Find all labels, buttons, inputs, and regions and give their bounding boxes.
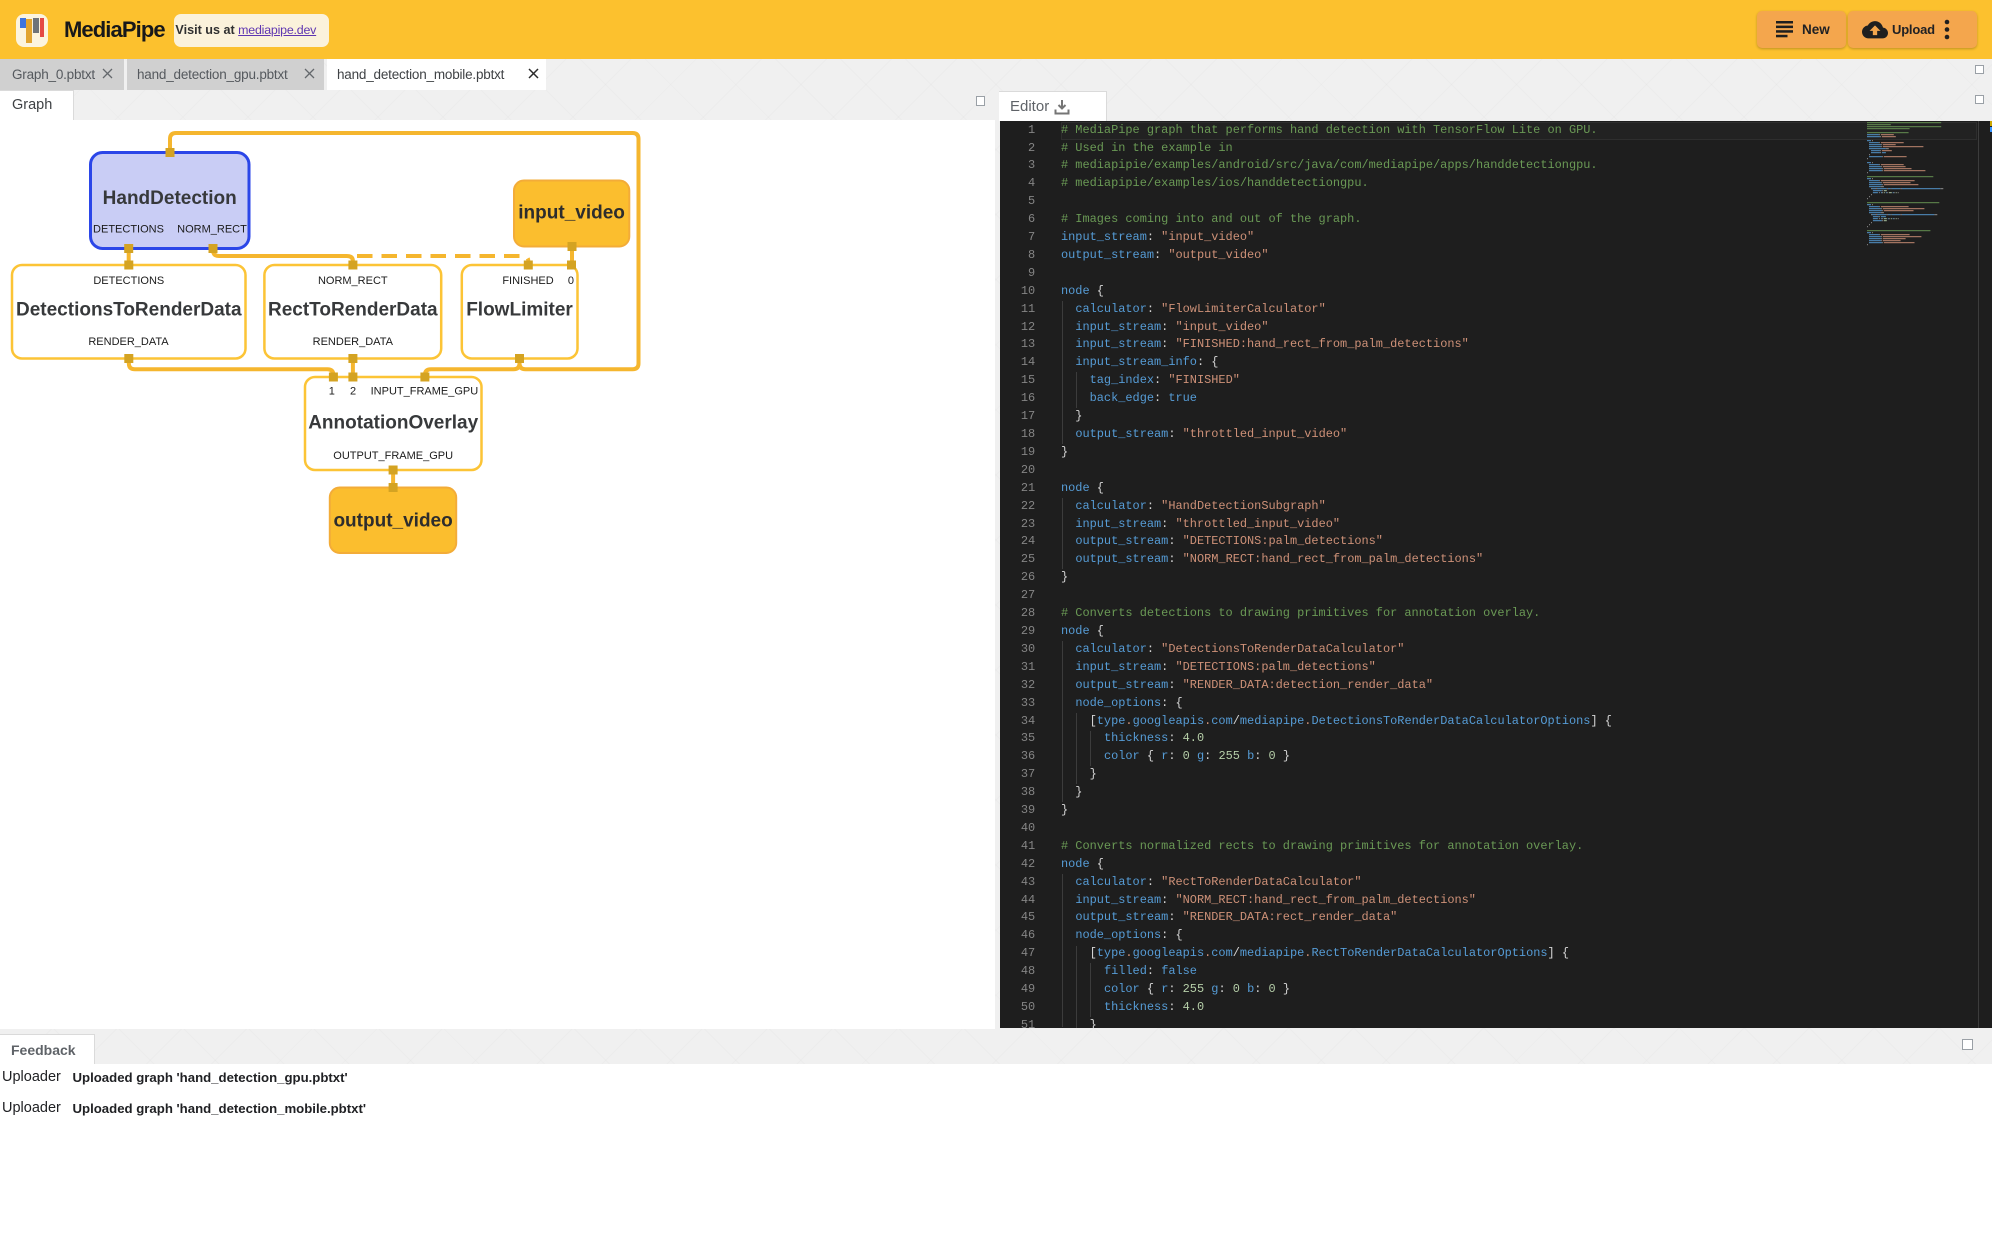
svg-text:output_video: output_video (333, 510, 452, 531)
svg-text:RectToRenderData: RectToRenderData (268, 299, 438, 320)
svg-text:HandDetection: HandDetection (103, 188, 237, 209)
svg-text:AnnotationOverlay: AnnotationOverlay (308, 412, 478, 433)
svg-text:RENDER_DATA: RENDER_DATA (88, 335, 169, 347)
svg-text:INPUT_FRAME_GPU: INPUT_FRAME_GPU (371, 385, 479, 397)
svg-text:FlowLimiter: FlowLimiter (466, 299, 573, 320)
svg-text:DETECTIONS: DETECTIONS (93, 274, 164, 286)
svg-text:NORM_RECT: NORM_RECT (177, 223, 247, 235)
svg-text:input_video: input_video (518, 202, 625, 223)
svg-text:DetectionsToRenderData: DetectionsToRenderData (16, 299, 242, 320)
svg-text:NORM_RECT: NORM_RECT (318, 274, 388, 286)
svg-text:2: 2 (350, 385, 356, 397)
svg-text:FINISHED: FINISHED (502, 274, 553, 286)
svg-text:OUTPUT_FRAME_GPU: OUTPUT_FRAME_GPU (333, 449, 453, 461)
svg-text:RENDER_DATA: RENDER_DATA (313, 335, 394, 347)
svg-text:DETECTIONS: DETECTIONS (93, 223, 164, 235)
svg-text:1: 1 (329, 385, 335, 397)
svg-text:0: 0 (568, 274, 574, 286)
